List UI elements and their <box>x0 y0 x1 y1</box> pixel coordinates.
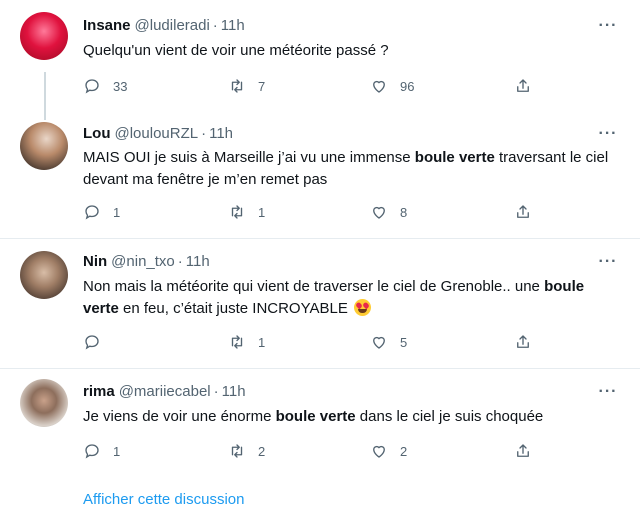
share-icon <box>517 205 529 218</box>
like-count: 8 <box>400 204 408 220</box>
timestamp[interactable]: 11h <box>222 383 246 400</box>
heart-icon <box>373 206 385 219</box>
retweet-icon <box>231 335 243 349</box>
separator-dot: · <box>177 253 183 270</box>
retweet-count: 7 <box>258 78 266 94</box>
text-segment: dans le ciel je suis choquée <box>355 408 544 425</box>
heart-icon <box>373 336 385 349</box>
author-handle[interactable]: @ludileradi <box>135 17 210 34</box>
thread-connector-line <box>44 72 46 120</box>
avatar[interactable] <box>20 251 68 299</box>
reply-count: 33 <box>113 78 128 94</box>
share-button[interactable] <box>514 76 532 96</box>
reply-button[interactable] <box>83 332 101 352</box>
author-name[interactable]: rima <box>83 383 115 400</box>
tweet-text: Je viens de voir une énorme boule verte … <box>83 406 623 428</box>
retweet-icon <box>231 444 243 458</box>
like-button[interactable]: 5 <box>370 332 407 352</box>
reply-icon <box>85 335 99 350</box>
reply-button[interactable]: 33 <box>83 76 127 96</box>
share-icon <box>517 335 529 348</box>
share-button[interactable] <box>514 332 532 352</box>
tweet-header: rima @mariiecabel · 11h <box>83 382 246 402</box>
author-name[interactable]: Lou <box>83 125 111 142</box>
tweet-divider <box>0 238 640 239</box>
author-name[interactable]: Insane <box>83 17 131 34</box>
more-options-icon[interactable]: ··· <box>598 382 618 402</box>
reply-count: 1 <box>113 443 121 459</box>
highlight-text: boule verte <box>275 408 356 425</box>
avatar[interactable] <box>20 12 68 60</box>
heart-eyes-emoji <box>354 299 372 316</box>
like-button[interactable]: 8 <box>370 202 407 222</box>
retweet-button[interactable]: 1 <box>228 202 265 222</box>
timestamp[interactable]: 11h <box>186 253 210 270</box>
reply-icon <box>85 444 99 459</box>
like-count: 96 <box>400 78 415 94</box>
heart-icon <box>373 445 385 458</box>
more-options-icon[interactable]: ··· <box>598 252 618 272</box>
text-segment: Je viens de voir une énorme <box>83 408 276 425</box>
author-handle[interactable]: @nin_txo <box>111 253 175 270</box>
highlight-text: boule verte <box>414 149 495 166</box>
text-segment: Non mais la météorite qui vient de trave… <box>83 278 545 295</box>
reply-icon <box>85 79 99 94</box>
more-options-icon[interactable]: ··· <box>598 124 618 144</box>
tweet-header: Nin @nin_txo · 11h <box>83 252 210 272</box>
retweet-count: 1 <box>258 204 266 220</box>
separator-dot: · <box>212 17 218 34</box>
retweet-count: 2 <box>258 443 266 459</box>
tweet-divider <box>0 368 640 369</box>
tweet-header: Insane @ludileradi · 11h <box>83 16 245 36</box>
tweet-text: MAIS OUI je suis à Marseille j’ai vu une… <box>83 147 623 191</box>
separator-dot: · <box>201 125 207 142</box>
share-button[interactable] <box>514 441 532 461</box>
retweet-count: 1 <box>258 334 266 350</box>
retweet-button[interactable]: 7 <box>228 76 265 96</box>
reply-count: 1 <box>113 204 121 220</box>
reply-button[interactable]: 1 <box>83 441 120 461</box>
like-button[interactable]: 96 <box>370 76 414 96</box>
retweet-icon <box>231 79 243 93</box>
text-segment: en feu, c’était juste INCROYABLE <box>118 300 348 317</box>
text-segment: MAIS OUI je suis à Marseille j’ai vu une… <box>83 149 415 166</box>
author-handle[interactable]: @loulouRZL <box>115 125 199 142</box>
reply-button[interactable]: 1 <box>83 202 120 222</box>
share-button[interactable] <box>514 202 532 222</box>
tweet-text: Non mais la météorite qui vient de trave… <box>83 276 623 320</box>
retweet-icon <box>231 205 243 219</box>
retweet-button[interactable]: 2 <box>228 441 265 461</box>
like-count: 5 <box>400 334 408 350</box>
tweet-header: Lou @loulouRZL · 11h <box>83 124 233 144</box>
retweet-button[interactable]: 1 <box>228 332 265 352</box>
share-icon <box>517 79 529 92</box>
timestamp[interactable]: 11h <box>221 17 245 34</box>
show-thread-link[interactable]: Afficher cette discussion <box>83 491 244 508</box>
author-handle[interactable]: @mariiecabel <box>119 383 211 400</box>
author-name[interactable]: Nin <box>83 253 107 270</box>
more-options-icon[interactable]: ··· <box>598 16 618 36</box>
separator-dot: · <box>213 383 219 400</box>
avatar[interactable] <box>20 379 68 427</box>
timestamp[interactable]: 11h <box>209 125 233 142</box>
avatar[interactable] <box>20 122 68 170</box>
like-button[interactable]: 2 <box>370 441 407 461</box>
like-count: 2 <box>400 443 408 459</box>
share-icon <box>517 444 529 457</box>
reply-icon <box>85 205 99 220</box>
heart-icon <box>373 80 385 93</box>
tweet-text: Quelqu'un vient de voir une météorite pa… <box>83 42 389 59</box>
